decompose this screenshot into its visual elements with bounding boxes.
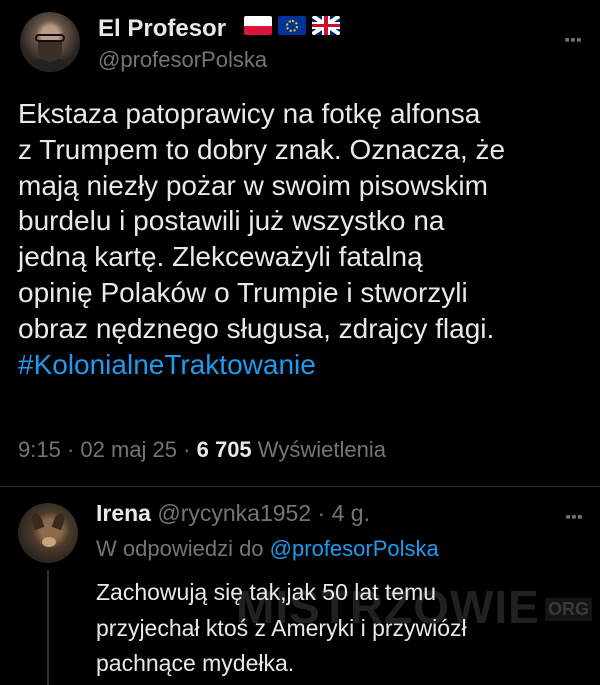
tweet-text-line: z Trumpem to dobry znak. Oznacza, że: [18, 133, 506, 165]
author-avatar[interactable]: [20, 12, 80, 72]
avatar-ear: [51, 511, 67, 531]
tweet-text-line: burdelu i postawili już wszystko na: [18, 205, 445, 237]
reply-avatar[interactable]: [18, 503, 78, 563]
tweet-text-line: jedną kartę. Zlekceważyli fatalną: [18, 241, 423, 273]
reply-more-options-icon[interactable]: ⋮: [562, 507, 584, 527]
tweet-text-line: opinię Polaków o Trumpie i stworzyli: [18, 276, 468, 308]
views-count[interactable]: 6 705: [197, 437, 252, 462]
tweet-metadata: 9:15 · 02 maj 25 · 6 705 Wyświetlenia: [18, 437, 386, 463]
reply-author-name[interactable]: Irena: [96, 500, 151, 526]
separator-dot: ·: [317, 500, 326, 526]
flag-eu-icon: [278, 16, 306, 35]
author-flags: [244, 16, 340, 35]
reply-text: Zachowują się tak,jak 50 lat temu przyje…: [96, 575, 586, 682]
more-options-icon[interactable]: ⋮: [561, 30, 583, 50]
separator-dot: ·: [66, 437, 75, 462]
reply-age[interactable]: 4 g.: [332, 500, 370, 526]
in-reply-to: W odpowiedzi do @profesorPolska: [96, 536, 439, 562]
reply-text-line: przyjechał ktoś z Ameryki i przywiózł: [96, 614, 467, 641]
tweet-text-line: Ekstaza patoprawicy na fotkę alfonsa: [18, 98, 481, 129]
tweet-text-line: mają niezły pożar w swoim pisowskim: [18, 169, 488, 201]
avatar-ear: [29, 511, 45, 531]
reply-author-handle[interactable]: @rycynka1952: [157, 500, 311, 526]
author-name[interactable]: El Profesor: [98, 15, 226, 43]
flag-poland-icon: [244, 16, 272, 35]
tweet-text-line: obraz nędznego sługusa, zdrajcy flagi.: [18, 312, 495, 344]
tweet-time[interactable]: 9:15: [18, 437, 61, 462]
divider: [0, 486, 600, 487]
reply-text-line: pachnące mydełka.: [96, 650, 295, 676]
in-reply-prefix: W odpowiedzi do: [96, 536, 264, 561]
reply-text-line: Zachowują się tak,jak 50 lat temu: [96, 579, 437, 605]
reply-header: Irena @rycynka1952 · 4 g.: [96, 500, 370, 527]
tweet-text: Ekstaza patoprawicy na fotkę alfonsa z T…: [18, 96, 588, 382]
author-handle[interactable]: @profesorPolska: [98, 47, 267, 73]
tweet-date[interactable]: 02 maj 25: [80, 437, 177, 462]
views-label[interactable]: Wyświetlenia: [258, 437, 386, 462]
separator-dot: ·: [183, 437, 191, 462]
avatar-glasses: [35, 34, 65, 42]
flag-uk-icon: [312, 16, 340, 35]
hashtag-link[interactable]: #KolonialneTraktowanie: [18, 349, 316, 380]
avatar-snout: [42, 537, 56, 547]
thread-line: [47, 570, 49, 685]
in-reply-handle-link[interactable]: @profesorPolska: [270, 536, 439, 561]
